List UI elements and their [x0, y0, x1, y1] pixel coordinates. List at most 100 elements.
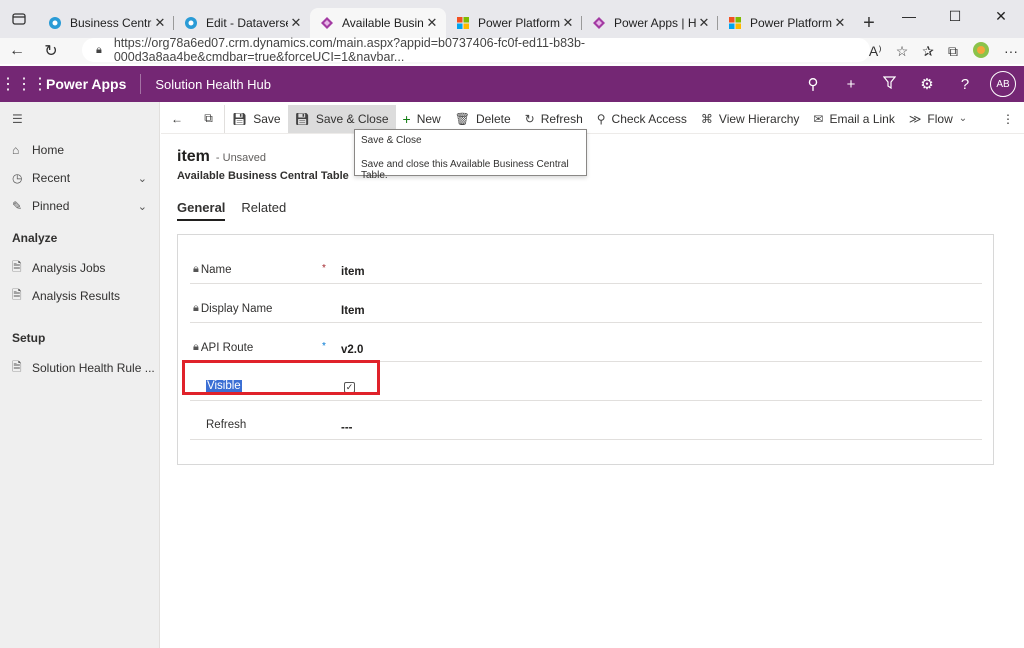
field-row-name: 🔒︎ Name * item — [190, 245, 982, 284]
form-section: 🔒︎ Name * item 🔒︎ Display Name Item 🔒︎ API … — [177, 234, 994, 465]
close-icon[interactable]: ✕ — [424, 15, 440, 31]
check-access-button[interactable]: ⚲ Check Access — [590, 105, 694, 133]
sidebar-item-analysis-jobs[interactable]: 🗎︎ Analysis Jobs — [0, 254, 159, 282]
view-hierarchy-button[interactable]: ⌘ View Hierarchy — [694, 105, 806, 133]
microsoft-icon — [729, 17, 741, 29]
lock-icon: 🔒︎ — [96, 43, 102, 56]
help-icon[interactable]: ? — [946, 76, 984, 93]
browser-tab-title: Power Apps | Home — [614, 16, 696, 30]
sidebar-item-analysis-results[interactable]: 🗎︎ Analysis Results — [0, 282, 159, 310]
nav-section-setup: Setup — [12, 331, 46, 345]
sidebar-item-home[interactable]: ⌂ Home — [0, 136, 159, 164]
save-close-icon: 💾︎ — [294, 111, 310, 126]
refresh-icon: ↻ — [524, 111, 535, 126]
tooltip-description: Save and close this Available Business C… — [361, 159, 569, 181]
save-close-tooltip: Save & Close Save and close this Availab… — [354, 129, 587, 181]
sidebar-item-label: Analysis Results — [32, 289, 121, 303]
app-header-actions: ⚲ + ⚙ ? AB — [794, 66, 1016, 102]
maximize-icon[interactable]: ☐ — [932, 0, 978, 32]
settings-icon[interactable]: ⚙ — [908, 75, 946, 93]
more-commands-button[interactable]: ⋮ — [992, 105, 1024, 133]
email-icon: ✉ — [813, 111, 824, 126]
minimize-icon[interactable]: — — [886, 0, 932, 32]
document-icon: 🗎︎ — [12, 259, 22, 274]
back-button[interactable]: ← — [161, 105, 193, 133]
solution-name[interactable]: Solution Health Hub — [141, 77, 271, 92]
close-icon[interactable]: ✕ — [152, 15, 168, 31]
close-icon[interactable]: ✕ — [696, 15, 712, 31]
favorites-icon[interactable]: ✰ — [922, 43, 934, 60]
refresh-field[interactable]: --- — [341, 422, 353, 434]
flow-button[interactable]: ≫ Flow ⌄ — [902, 105, 974, 133]
address-bar-row: ← ↻ 🔒︎ https://org78a6ed07.crm.dynamics.… — [0, 36, 1024, 64]
search-icon[interactable]: ⚲ — [794, 75, 832, 93]
url-text: https://org78a6ed07.crm.dynamics.com/mai… — [113, 36, 586, 64]
field-row-api-route: 🔒︎ API Route * v2.0 — [190, 323, 982, 362]
tab-general[interactable]: General — [177, 200, 226, 221]
arrow-left-icon: ← — [171, 111, 183, 126]
app-name[interactable]: Power Apps — [38, 74, 142, 94]
required-indicator: * — [322, 263, 326, 274]
browser-tab-title: Available Business Ce — [342, 16, 424, 30]
hierarchy-icon: ⌘ — [700, 111, 713, 126]
tab-actions-icon[interactable] — [0, 0, 38, 38]
read-aloud-icon[interactable]: A⁾ — [869, 43, 882, 60]
search-person-icon: ⚲ — [596, 111, 606, 126]
plus-icon: + — [402, 110, 411, 127]
document-icon: 🗎︎ — [12, 359, 22, 374]
more-vertical-icon: ⋮ — [1002, 111, 1014, 126]
hamburger-menu-button[interactable]: ☰ — [0, 102, 159, 136]
back-icon[interactable]: ← — [0, 42, 34, 60]
browser-tab-1[interactable]: Business Central Adm ✕ — [38, 8, 174, 38]
lock-icon: 🔒︎ — [193, 341, 199, 353]
reload-icon[interactable]: ↻ — [34, 41, 68, 61]
sidebar-item-pinned[interactable]: ✎ Pinned ⌄ — [0, 192, 159, 220]
browser-tab-title: Power Platform adm — [750, 16, 832, 30]
browser-tab-4[interactable]: Power Platform adm ✕ — [446, 8, 582, 38]
close-icon[interactable]: ✕ — [560, 15, 576, 31]
browser-tab-6[interactable]: Power Platform adm ✕ — [718, 8, 854, 38]
browser-tab-5[interactable]: Power Apps | Home ✕ — [582, 8, 718, 38]
collections-icon[interactable]: ⧉ — [948, 43, 958, 60]
app-launcher-icon[interactable]: ⋮⋮⋮ — [0, 74, 48, 94]
command-bar: ← ⧉ 💾︎ Save 💾︎ Save & Close + New 🗑︎ Delete … — [161, 104, 1024, 134]
url-field[interactable]: 🔒︎ https://org78a6ed07.crm.dynamics.com/… — [82, 36, 870, 64]
clock-icon: ◷ — [12, 171, 23, 185]
close-icon[interactable]: ✕ — [288, 15, 304, 31]
close-icon[interactable]: ✕ — [832, 15, 848, 31]
annotation-highlight-box — [182, 360, 380, 395]
email-link-button[interactable]: ✉ Email a Link — [806, 105, 901, 133]
extension-icon[interactable] — [972, 41, 990, 62]
app-header: ⋮⋮⋮ Power Apps Solution Health Hub ⚲ + ⚙… — [0, 66, 1024, 102]
sidebar-item-solution-health-rule[interactable]: 🗎︎ Solution Health Rule ... — [0, 354, 159, 382]
save-button[interactable]: 💾︎ Save — [225, 105, 288, 133]
plus-icon[interactable]: + — [832, 76, 870, 93]
name-field[interactable]: item — [341, 266, 365, 278]
tab-related[interactable]: Related — [241, 200, 286, 221]
hamburger-icon: ☰ — [12, 112, 23, 126]
avatar[interactable]: AB — [990, 71, 1016, 97]
more-options-icon[interactable]: ··· — [1004, 43, 1018, 59]
favorite-star-icon[interactable]: ☆ — [896, 43, 909, 60]
filter-icon[interactable] — [870, 75, 908, 93]
chevron-down-icon[interactable]: ⌄ — [138, 200, 147, 213]
new-tab-button[interactable]: + — [854, 8, 884, 38]
sidebar-item-recent[interactable]: ◷ Recent ⌄ — [0, 164, 159, 192]
browser-tab-3[interactable]: Available Business Ce ✕ — [310, 8, 446, 38]
api-route-field[interactable]: v2.0 — [341, 344, 363, 356]
save-icon: 💾︎ — [232, 111, 248, 126]
close-window-icon[interactable]: ✕ — [978, 0, 1024, 32]
sitemap-nav: ☰ ⌂ Home ◷ Recent ⌄ ✎ Pinned ⌄ Analyze 🗎… — [0, 102, 160, 648]
microsoft-icon — [457, 17, 469, 29]
browser-tab-2[interactable]: Edit - Dataverse Con ✕ — [174, 8, 310, 38]
record-status: - Unsaved — [215, 152, 267, 164]
form-tabs: General Related — [177, 200, 286, 221]
display-name-field[interactable]: Item — [341, 305, 365, 317]
chevron-down-icon[interactable]: ⌄ — [138, 172, 147, 185]
open-in-new-window-icon: ⧉ — [204, 111, 213, 125]
browser-tab-title: Business Central Adm — [70, 16, 152, 30]
lock-icon: 🔒︎ — [193, 263, 199, 275]
sidebar-item-label: Solution Health Rule ... — [32, 361, 155, 375]
browser-tab-title: Edit - Dataverse Con — [206, 16, 288, 30]
open-new-window-button[interactable]: ⧉ — [193, 104, 225, 133]
